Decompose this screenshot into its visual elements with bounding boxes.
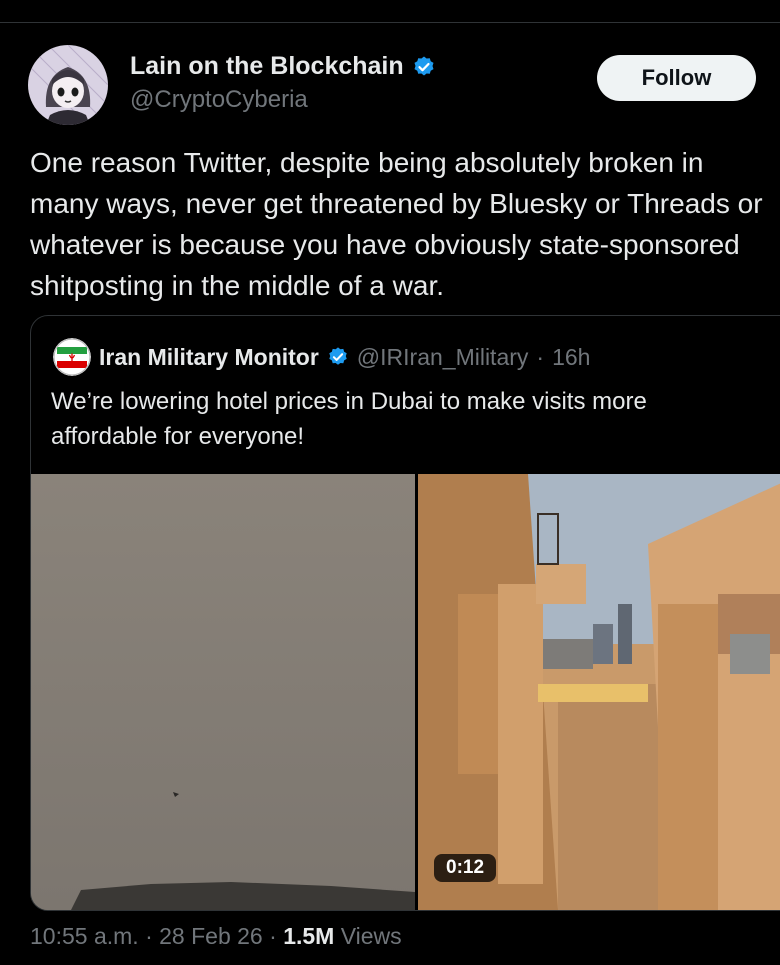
media-image-sky[interactable] <box>31 474 415 910</box>
verified-badge-icon <box>329 347 347 365</box>
quoted-author-avatar[interactable] <box>53 338 91 376</box>
quoted-handle[interactable]: @IRIran_Military <box>357 344 529 371</box>
author-handle[interactable]: @CryptoCyberia <box>130 86 308 114</box>
top-divider <box>0 22 780 23</box>
tweet-date[interactable]: 28 Feb 26 <box>159 923 263 949</box>
iran-flag-emblem-icon <box>53 338 91 376</box>
tweet-meta: 10:55 a.m. · 28 Feb 26 · 1.5M Views <box>30 923 402 950</box>
anime-avatar-icon <box>28 45 108 125</box>
quoted-tweet-card[interactable]: Iran Military Monitor @IRIran_Military ·… <box>30 315 780 911</box>
quoted-display-name[interactable]: Iran Military Monitor <box>99 344 319 371</box>
views-count: 1.5M <box>283 923 335 949</box>
sky-photo-image <box>31 474 415 910</box>
tweet-text: One reason Twitter, despite being absolu… <box>30 147 763 301</box>
views-label: Views <box>340 923 402 949</box>
balcony-video-thumbnail <box>418 474 780 910</box>
meta-separator: · <box>145 923 153 949</box>
meta-separator: · <box>269 923 277 949</box>
quoted-separator: · <box>536 343 545 370</box>
verified-badge-icon <box>414 56 434 75</box>
media-video-balcony[interactable] <box>418 474 780 910</box>
quoted-tweet-header: Iran Military Monitor @IRIran_Military ·… <box>53 338 590 376</box>
author-display-name[interactable]: Lain on the Blockchain <box>130 52 404 81</box>
quoted-timestamp[interactable]: 16h <box>552 344 590 371</box>
follow-button[interactable]: Follow <box>597 55 756 101</box>
author-name-row[interactable]: Lain on the Blockchain <box>130 52 436 81</box>
video-duration-badge: 0:12 <box>434 854 497 882</box>
tweet-time[interactable]: 10:55 a.m. <box>30 923 139 949</box>
quoted-tweet-text: We’re lowering hotel prices in Dubai to … <box>51 388 647 450</box>
author-avatar[interactable] <box>28 45 108 125</box>
